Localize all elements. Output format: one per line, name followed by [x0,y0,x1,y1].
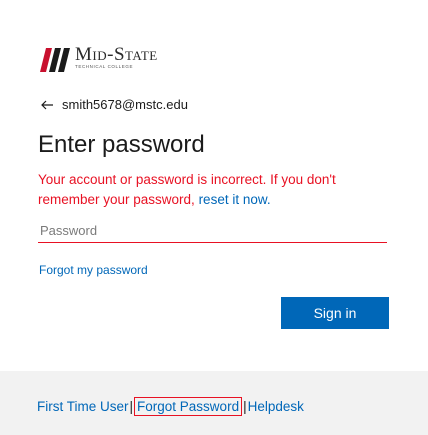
footer-separator: | [243,399,247,414]
footer-separator: | [129,399,134,414]
logo-subtitle: Technical College [75,64,134,69]
error-message: Your account or password is incorrect. I… [38,170,393,210]
mstc-logo-icon [40,48,70,72]
signin-card: Mid-State Technical College smith5678@ms… [0,0,428,371]
identity-banner[interactable]: smith5678@mstc.edu [40,97,188,112]
arrow-left-icon[interactable] [40,98,54,112]
error-text: Your account or password is incorrect. I… [38,172,336,207]
password-input[interactable] [38,218,387,243]
reset-password-link[interactable]: reset it now. [199,192,271,207]
forgot-my-password-link[interactable]: Forgot my password [39,263,148,277]
helpdesk-link[interactable]: Helpdesk [248,399,304,414]
footer-links: First Time User | Forgot Password | Help… [37,397,304,416]
sign-in-button[interactable]: Sign in [281,297,389,329]
logo-title: Mid-State [75,44,158,65]
logo: Mid-State Technical College [38,44,158,72]
logo-text: Mid-State Technical College [75,44,158,70]
first-time-user-link[interactable]: First Time User [37,399,129,414]
forgot-password-link[interactable]: Forgot Password [134,397,243,416]
identity-email: smith5678@mstc.edu [62,97,188,112]
page-title: Enter password [38,131,205,158]
footer: First Time User | Forgot Password | Help… [0,371,428,435]
